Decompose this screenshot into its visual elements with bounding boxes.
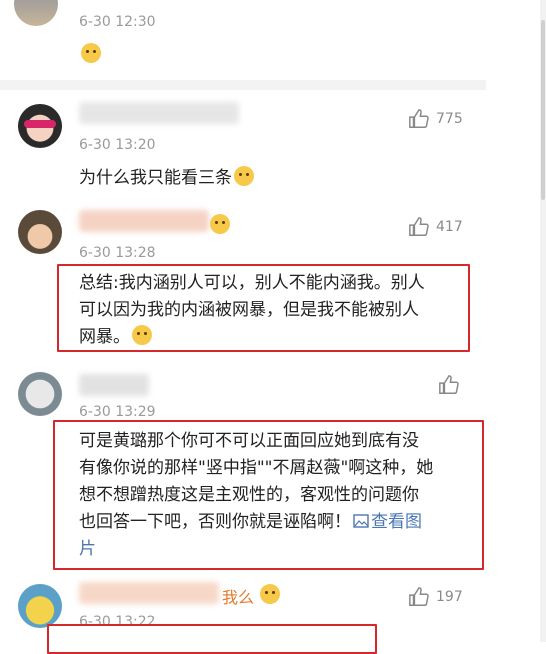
scrollbar[interactable] <box>540 0 546 642</box>
avatar[interactable] <box>14 0 58 26</box>
avatar[interactable] <box>18 372 62 416</box>
comment-time: 6-30 13:20 <box>79 137 156 153</box>
like-button[interactable]: 197 <box>408 586 463 608</box>
comment-line: 有像你说的那样"竖中指""不屑赵薇"啊这种，她 <box>79 458 434 478</box>
emoji-icon <box>260 584 280 604</box>
thumbs-up-icon <box>409 587 429 606</box>
comment-line: 可以因为我的内涵被网暴，但是我不能被别人 <box>79 300 419 320</box>
avatar[interactable] <box>18 584 62 628</box>
user-name[interactable] <box>79 210 209 232</box>
comment-text: 为什么我只能看三条 <box>79 165 254 192</box>
divider <box>0 80 486 90</box>
comment-item: 6-30 13:29 可是黄璐那个你可不可以正面回应她到底有没 有像你说的那样"… <box>0 362 486 572</box>
comment-item: 我么 6-30 13:22 197 <box>0 574 486 654</box>
comment-text: 总结:我内涵别人可以，别人不能内涵我。别人 可以因为我的内涵被网暴，但是我不能被… <box>79 270 425 351</box>
emoji-icon <box>210 214 230 234</box>
comment-line: 想不想蹭热度这是主观性的，客观性的问题你 <box>79 485 419 505</box>
comment-text-content: 为什么我只能看三条 <box>79 168 232 188</box>
comment-item: 6-30 12:30 <box>0 0 486 78</box>
like-count: 775 <box>436 111 463 127</box>
comment-line: 也回答一下吧，否则你就是诬陷啊！ 查看图 <box>79 509 433 536</box>
comment-time: 6-30 13:28 <box>79 245 156 261</box>
like-count: 197 <box>436 589 463 605</box>
thumbs-up-icon <box>409 217 429 236</box>
comment-item: 6-30 13:20 为什么我只能看三条 775 <box>0 90 486 200</box>
user-name[interactable] <box>79 582 219 604</box>
user-name-suffix: 我么 <box>222 588 255 607</box>
comment-text: 可是黄璐那个你可不可以正面回应她到底有没 有像你说的那样"竖中指""不屑赵薇"啊… <box>79 428 433 563</box>
comment-line: 可是黄璐那个你可不可以正面回应她到底有没 <box>79 431 419 451</box>
thinking-emoji-icon <box>234 166 254 186</box>
avatar-mask-icon <box>24 120 56 128</box>
scroll-thumb[interactable] <box>541 20 545 200</box>
image-icon <box>353 514 369 528</box>
comment-line-text: 网暴。 <box>79 327 130 347</box>
avatar[interactable] <box>18 210 62 254</box>
user-name[interactable] <box>79 102 239 124</box>
comment-time: 6-30 12:30 <box>79 14 156 30</box>
view-image-label: 查看图 <box>371 512 422 532</box>
comment-line: 总结:我内涵别人可以，别人不能内涵我。别人 <box>79 273 425 293</box>
comment-line-last: 网暴。 <box>79 324 425 351</box>
view-image-link[interactable]: 查看图 <box>351 512 422 532</box>
comment-line-text: 也回答一下吧，否则你就是诬陷啊！ <box>79 512 351 532</box>
doge-emoji-icon <box>81 43 101 63</box>
like-button[interactable]: 417 <box>408 216 463 238</box>
comment-item: 6-30 13:28 417 总结:我内涵别人可以，别人不能内涵我。别人 可以因… <box>0 200 486 360</box>
like-count: 417 <box>436 219 463 235</box>
comment-text <box>79 42 101 69</box>
doge-emoji-icon <box>132 325 152 345</box>
like-button[interactable]: 775 <box>408 108 463 130</box>
avatar[interactable] <box>18 104 62 148</box>
thumbs-up-icon <box>439 375 459 394</box>
like-button[interactable] <box>438 374 460 396</box>
user-name[interactable] <box>79 374 149 396</box>
view-image-tail[interactable]: 片 <box>79 536 433 563</box>
comment-time: 6-30 13:29 <box>79 404 156 420</box>
thumbs-up-icon <box>409 109 429 128</box>
highlight-box <box>47 624 377 654</box>
